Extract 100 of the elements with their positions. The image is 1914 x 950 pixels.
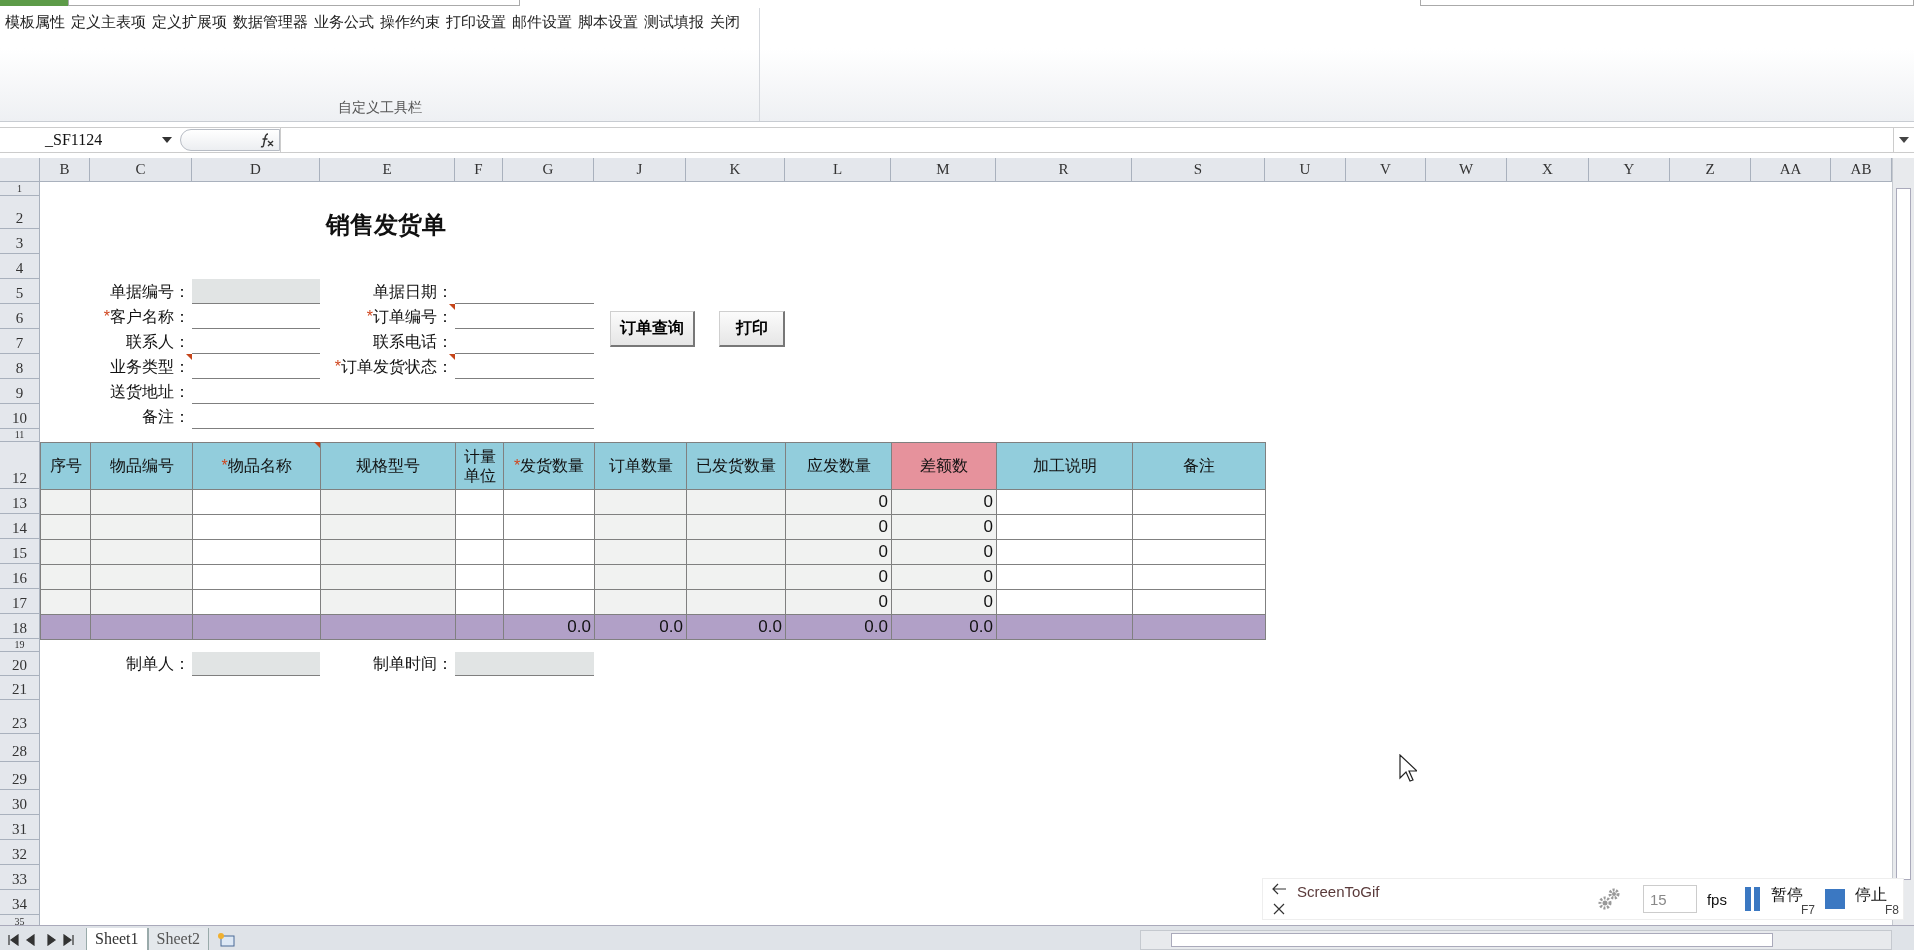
- row-header[interactable]: 6: [0, 304, 40, 329]
- table-cell[interactable]: [594, 564, 687, 590]
- toolbar-command[interactable]: 业务公式: [314, 13, 374, 32]
- row-header[interactable]: 23: [0, 700, 40, 734]
- insert-sheet-icon[interactable]: [217, 931, 238, 948]
- table-cell[interactable]: [686, 489, 786, 515]
- toolbar-command[interactable]: 邮件设置: [512, 13, 572, 32]
- table-cell[interactable]: [320, 539, 456, 565]
- column-header[interactable]: E: [320, 158, 455, 182]
- row-header[interactable]: 28: [0, 734, 40, 762]
- row-header[interactable]: 29: [0, 762, 40, 790]
- back-arrow-icon[interactable]: [1271, 883, 1287, 895]
- row-header[interactable]: 10: [0, 404, 40, 429]
- toolbar-command[interactable]: 脚本设置: [578, 13, 638, 32]
- column-header[interactable]: AB: [1831, 158, 1892, 182]
- row-header[interactable]: 3: [0, 229, 40, 254]
- row-header[interactable]: 8: [0, 354, 40, 379]
- table-cell[interactable]: 0: [785, 489, 892, 515]
- column-header[interactable]: D: [192, 158, 320, 182]
- row-header[interactable]: 1: [0, 182, 40, 196]
- expand-caret-icon[interactable]: [1899, 137, 1909, 143]
- gears-icon[interactable]: [1596, 888, 1621, 910]
- table-cell[interactable]: 0: [785, 514, 892, 540]
- sheet-tab[interactable]: Sheet2: [147, 928, 210, 950]
- table-cell[interactable]: [686, 589, 786, 615]
- column-header[interactable]: W: [1426, 158, 1507, 182]
- input-field[interactable]: [455, 652, 594, 676]
- close-icon[interactable]: [1273, 903, 1285, 915]
- table-cell[interactable]: [90, 589, 193, 615]
- row-header[interactable]: 30: [0, 790, 40, 815]
- row-header[interactable]: 31: [0, 815, 40, 840]
- row-header[interactable]: 20: [0, 652, 40, 676]
- input-field[interactable]: [192, 279, 320, 304]
- table-cell[interactable]: [686, 539, 786, 565]
- row-header[interactable]: 21: [0, 676, 40, 700]
- sheet-nav-icon[interactable]: [6, 933, 76, 946]
- table-cell[interactable]: [594, 489, 687, 515]
- table-cell[interactable]: 0: [891, 589, 997, 615]
- function-icon[interactable]: [259, 132, 275, 148]
- toolbar-command[interactable]: 测试填报: [644, 13, 704, 32]
- pause-icon[interactable]: [1744, 887, 1761, 911]
- table-cell[interactable]: [594, 514, 687, 540]
- column-header[interactable]: AA: [1751, 158, 1831, 182]
- table-cell[interactable]: [320, 564, 456, 590]
- toolbar-command[interactable]: 数据管理器: [233, 13, 308, 32]
- column-header[interactable]: R: [996, 158, 1132, 182]
- toolbar-command[interactable]: 打印设置: [446, 13, 506, 32]
- row-header[interactable]: 19: [0, 639, 40, 652]
- table-cell[interactable]: [594, 539, 687, 565]
- toolbar-command[interactable]: 关闭: [710, 13, 740, 32]
- column-header[interactable]: Y: [1589, 158, 1670, 182]
- row-header[interactable]: 17: [0, 589, 40, 614]
- table-cell[interactable]: 0: [891, 539, 997, 565]
- column-header[interactable]: M: [891, 158, 996, 182]
- table-cell[interactable]: [90, 514, 193, 540]
- toolbar-command[interactable]: 操作约束: [380, 13, 440, 32]
- row-header[interactable]: 34: [0, 890, 40, 915]
- scroll-thumb[interactable]: [1171, 932, 1773, 947]
- table-cell[interactable]: [90, 489, 193, 515]
- horizontal-scrollbar[interactable]: [1140, 929, 1892, 950]
- table-cell[interactable]: 0: [785, 589, 892, 615]
- table-cell[interactable]: [90, 564, 193, 590]
- row-header[interactable]: 11: [0, 429, 40, 442]
- row-header[interactable]: 14: [0, 514, 40, 539]
- table-cell[interactable]: 0: [785, 539, 892, 565]
- column-header[interactable]: G: [503, 158, 594, 182]
- row-header[interactable]: 18: [0, 614, 40, 639]
- row-header[interactable]: 12: [0, 442, 40, 489]
- toolbar-command[interactable]: 定义主表项: [71, 13, 146, 32]
- column-header[interactable]: Z: [1670, 158, 1751, 182]
- column-header[interactable]: K: [686, 158, 785, 182]
- row-header[interactable]: 5: [0, 279, 40, 304]
- row-header[interactable]: 7: [0, 329, 40, 354]
- input-field[interactable]: [192, 652, 320, 676]
- toolbar-command[interactable]: 模板属性: [5, 13, 65, 32]
- column-header[interactable]: F: [455, 158, 503, 182]
- column-header[interactable]: X: [1507, 158, 1589, 182]
- column-header[interactable]: V: [1346, 158, 1426, 182]
- table-cell[interactable]: [40, 564, 91, 590]
- dropdown-caret-icon[interactable]: [162, 137, 172, 143]
- sheet-button[interactable]: 打印: [719, 311, 785, 347]
- scroll-thumb[interactable]: [1896, 188, 1911, 880]
- table-cell[interactable]: [90, 539, 193, 565]
- table-cell[interactable]: 0: [891, 489, 997, 515]
- column-header[interactable]: S: [1132, 158, 1265, 182]
- table-cell[interactable]: [40, 489, 91, 515]
- name-box[interactable]: _SF1124: [0, 128, 180, 152]
- fps-field[interactable]: 15: [1642, 885, 1697, 913]
- table-cell[interactable]: [686, 564, 786, 590]
- table-cell[interactable]: [320, 589, 456, 615]
- table-cell[interactable]: [320, 489, 456, 515]
- table-cell[interactable]: [40, 589, 91, 615]
- row-header[interactable]: 16: [0, 564, 40, 589]
- stop-button[interactable]: 停止: [1855, 885, 1887, 906]
- row-header[interactable]: 33: [0, 865, 40, 890]
- row-header[interactable]: 35: [0, 915, 40, 925]
- table-cell[interactable]: [320, 514, 456, 540]
- table-cell[interactable]: 0: [891, 514, 997, 540]
- row-header[interactable]: 13: [0, 489, 40, 514]
- column-header[interactable]: J: [594, 158, 686, 182]
